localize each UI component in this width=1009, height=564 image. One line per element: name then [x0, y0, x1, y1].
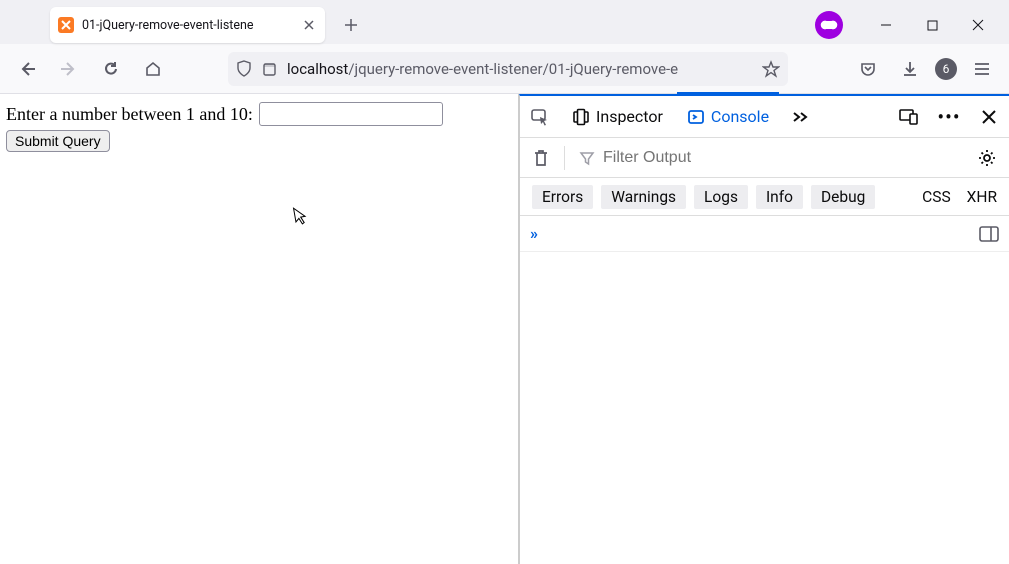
- console-prompt-icon[interactable]: »: [530, 224, 534, 243]
- number-input-label: Enter a number between 1 and 10:: [6, 104, 253, 125]
- number-input[interactable]: [259, 102, 443, 126]
- tab-console[interactable]: Console: [683, 96, 773, 138]
- tab-bar: 01-jQuery-remove-event-listene: [0, 0, 1009, 44]
- downloads-icon[interactable]: [893, 52, 927, 86]
- notification-count-badge[interactable]: 6: [935, 58, 957, 80]
- devtools-category-bar: Errors Warnings Logs Info Debug CSS XHR: [520, 178, 1009, 216]
- forward-button[interactable]: [52, 52, 86, 86]
- devtools-console-input-row: »: [520, 216, 1009, 252]
- reload-button[interactable]: [94, 52, 128, 86]
- url-text: localhost/jquery-remove-event-listener/0…: [287, 60, 752, 78]
- pocket-icon[interactable]: [851, 52, 885, 86]
- devtools-panel: Inspector Console •••: [519, 94, 1009, 564]
- filter-funnel-icon: [579, 150, 595, 166]
- close-devtools-icon[interactable]: [977, 109, 1001, 125]
- filter-output-input[interactable]: [603, 149, 963, 167]
- url-bar[interactable]: localhost/jquery-remove-event-listener/0…: [228, 52, 788, 86]
- responsive-mode-icon[interactable]: [897, 108, 921, 126]
- tab-inspector-label: Inspector: [596, 107, 663, 126]
- shield-icon: [236, 60, 252, 78]
- maximize-button[interactable]: [909, 6, 955, 44]
- back-button[interactable]: [10, 52, 44, 86]
- devtools-console-toolbar: [520, 138, 1009, 178]
- home-button[interactable]: [136, 52, 170, 86]
- cat-xhr[interactable]: XHR: [967, 188, 997, 206]
- xampp-favicon: [58, 17, 74, 33]
- cursor-icon: [292, 205, 309, 227]
- cat-css[interactable]: CSS: [922, 188, 951, 206]
- cat-warnings[interactable]: Warnings: [601, 185, 686, 209]
- main-area: Enter a number between 1 and 10: Submit …: [0, 94, 1009, 564]
- window-controls: [863, 6, 1001, 44]
- pick-element-icon[interactable]: [528, 107, 552, 127]
- close-tab-icon[interactable]: [301, 17, 317, 33]
- nav-bar: localhost/jquery-remove-event-listener/0…: [0, 44, 1009, 94]
- minimize-button[interactable]: [863, 6, 909, 44]
- tab-title: 01-jQuery-remove-event-listene: [82, 18, 293, 33]
- cat-errors[interactable]: Errors: [532, 185, 593, 209]
- console-icon: [687, 108, 705, 126]
- close-window-button[interactable]: [955, 6, 1001, 44]
- page-info-icon: [262, 61, 277, 77]
- submit-button[interactable]: Submit Query: [6, 130, 110, 152]
- browser-tab[interactable]: 01-jQuery-remove-event-listene: [50, 7, 325, 43]
- devtools-header: Inspector Console •••: [520, 96, 1009, 138]
- split-panel-icon[interactable]: [979, 226, 999, 242]
- app-menu-icon[interactable]: [965, 52, 999, 86]
- devtools-console-body[interactable]: [520, 252, 1009, 564]
- page-content: Enter a number between 1 and 10: Submit …: [0, 94, 519, 564]
- more-tabs-chevron-icon[interactable]: [789, 110, 813, 124]
- extension-badge[interactable]: [815, 11, 843, 39]
- new-tab-button[interactable]: [335, 9, 367, 41]
- console-settings-icon[interactable]: [977, 148, 997, 168]
- bookmark-star-icon[interactable]: [762, 60, 780, 78]
- cat-info[interactable]: Info: [756, 185, 803, 209]
- cat-debug[interactable]: Debug: [811, 185, 875, 209]
- clear-console-icon[interactable]: [532, 148, 550, 168]
- kebab-menu-icon[interactable]: •••: [937, 105, 961, 129]
- tab-console-label: Console: [711, 107, 769, 126]
- cat-logs[interactable]: Logs: [694, 185, 748, 209]
- inspector-icon: [572, 108, 590, 126]
- tab-inspector[interactable]: Inspector: [568, 96, 667, 138]
